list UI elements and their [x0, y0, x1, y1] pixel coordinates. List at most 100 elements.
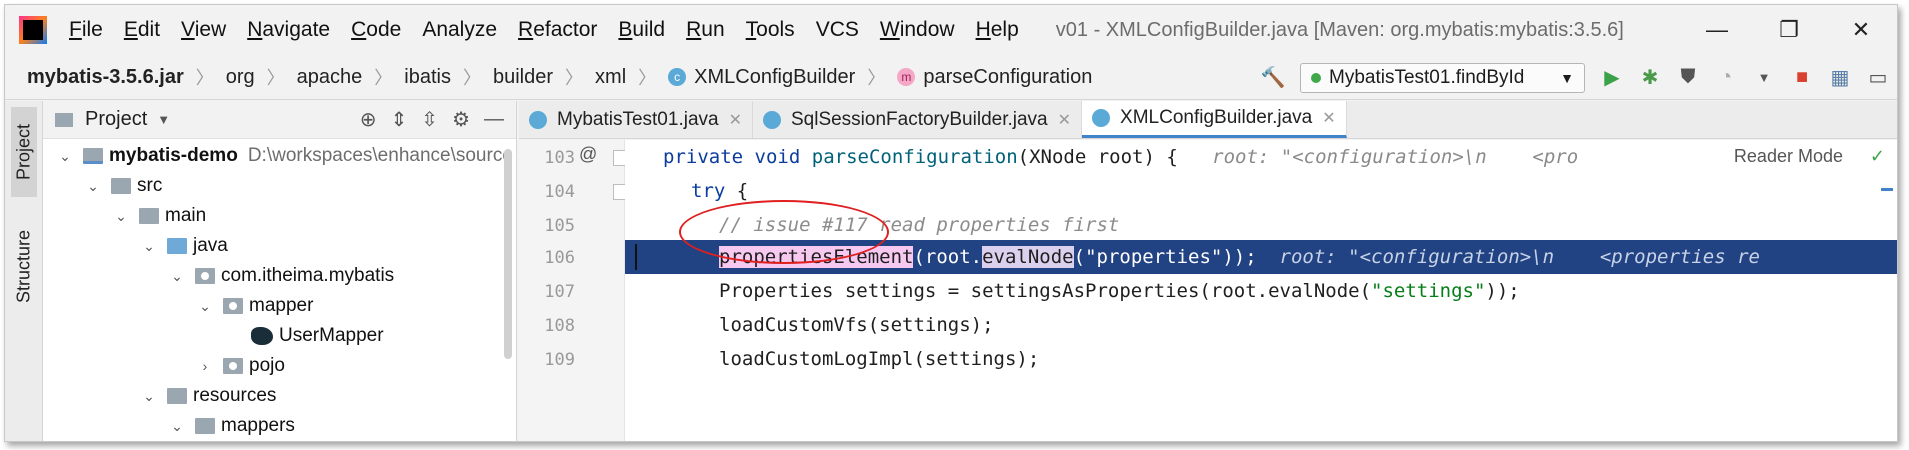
breadcrumb-method[interactable]: m parseConfiguration: [897, 66, 1092, 89]
close-icon[interactable]: ✕: [1322, 108, 1335, 128]
menu-help[interactable]: Help: [976, 18, 1019, 42]
project-tool-tab[interactable]: Project: [11, 107, 37, 197]
breadcrumb-ibatis[interactable]: ibatis: [404, 66, 451, 89]
menu-edit[interactable]: Edit: [124, 18, 160, 42]
chevron-down-icon: ⌄: [143, 387, 155, 404]
coverage-icon[interactable]: ⛊: [1669, 63, 1707, 93]
close-icon[interactable]: ✕: [1058, 110, 1071, 130]
close-window-button[interactable]: ✕: [1825, 17, 1897, 43]
profile-icon[interactable]: ◔: [1707, 63, 1745, 93]
breadcrumb-method-label: parseConfiguration: [923, 65, 1093, 88]
menu-tools[interactable]: Tools: [746, 18, 795, 42]
run-icon[interactable]: ▶: [1593, 63, 1631, 93]
tree-item-main[interactable]: ⌄ main: [111, 201, 206, 231]
tree-item-package[interactable]: ⌄ com.itheima.mybatis: [167, 261, 394, 291]
chevron-down-icon: ▼: [1560, 69, 1574, 86]
code-line-107: Properties settings = settingsAsProperti…: [625, 274, 1897, 308]
inline-debug-hint: root: "<configuration>\n <pro: [1212, 146, 1579, 168]
breadcrumb-class-label: XMLConfigBuilder: [694, 65, 856, 88]
code-keyword: private: [663, 146, 744, 168]
breadcrumb-jar[interactable]: mybatis-3.5.6.jar: [27, 66, 184, 89]
breadcrumb-apache[interactable]: apache: [297, 66, 363, 89]
source-folder-icon: [167, 238, 187, 254]
code-text: (XNode root) {: [1017, 146, 1178, 168]
tab-sqlsessionfactorybuilder[interactable]: SqlSessionFactoryBuilder.java ✕: [753, 101, 1083, 138]
hide-panel-icon[interactable]: —: [484, 108, 504, 131]
project-structure-icon[interactable]: ▦: [1821, 63, 1859, 93]
close-icon[interactable]: ✕: [729, 110, 742, 130]
inspection-ok-icon[interactable]: ✓: [1870, 146, 1885, 167]
locate-file-icon[interactable]: ⊕: [360, 107, 377, 132]
stop-icon[interactable]: ■: [1783, 63, 1821, 93]
tree-item-pojo[interactable]: › pojo: [195, 351, 285, 381]
code-text: loadCustomLogImpl(settings);: [719, 348, 1040, 370]
project-panel: Project ▼ ⊕ ⇕ ⇳ ⚙ — ⌄ mybatis-demo D:\wo…: [43, 101, 517, 441]
menu-view[interactable]: View: [181, 18, 226, 42]
inline-debug-hint: root: "<configuration>\n <properties re: [1279, 246, 1760, 268]
tab-mybatistest01[interactable]: MybatisTest01.java ✕: [519, 101, 753, 138]
debug-icon[interactable]: ✱: [1631, 63, 1669, 93]
project-panel-header: Project ▼ ⊕ ⇕ ⇳ ⚙ —: [43, 101, 516, 139]
expand-all-icon[interactable]: ⇕: [391, 107, 408, 132]
menu-window[interactable]: Window: [880, 18, 955, 42]
maximize-button[interactable]: ❐: [1753, 17, 1825, 43]
menu-bar: File Edit View Navigate Code Analyze Ref…: [5, 5, 1897, 55]
tree-item-usermapper[interactable]: UserMapper: [243, 321, 384, 351]
line-number: 106: [544, 248, 575, 268]
menu-navigate[interactable]: Navigate: [247, 18, 330, 42]
tree-item-module[interactable]: ⌄ mybatis-demo D:\workspaces\enhance\sou…: [55, 141, 513, 171]
presentation-icon[interactable]: ▭: [1859, 63, 1897, 93]
collapse-all-icon[interactable]: ⇳: [421, 107, 438, 132]
chevron-right-icon: ›: [202, 358, 208, 374]
code-editor[interactable]: private void parseConfiguration (XNode ro…: [625, 140, 1897, 441]
menu-vcs[interactable]: VCS: [816, 18, 859, 42]
window-title: v01 - XMLConfigBuilder.java [Maven: org.…: [1055, 18, 1624, 41]
breadcrumb-builder[interactable]: builder: [493, 66, 553, 89]
chevron-down-icon: ⌄: [87, 177, 99, 194]
menu-refactor[interactable]: Refactor: [518, 18, 597, 42]
menu-code[interactable]: Code: [351, 18, 401, 42]
breadcrumb-xml[interactable]: xml: [595, 66, 626, 89]
breadcrumb-separator-icon: 〉: [462, 68, 481, 88]
menu-file[interactable]: File: [69, 18, 103, 42]
tree-item-src[interactable]: ⌄ src: [83, 171, 162, 201]
more-run-chevron-icon[interactable]: ▼: [1745, 63, 1783, 93]
gear-icon[interactable]: ⚙: [452, 107, 470, 132]
folder-icon: [195, 418, 215, 434]
reader-mode-button[interactable]: Reader Mode: [1734, 146, 1843, 167]
resources-folder-icon: [167, 388, 187, 404]
java-class-icon: [1092, 109, 1111, 127]
breadcrumb-org[interactable]: org: [226, 66, 255, 89]
breadcrumb-class[interactable]: c XMLConfigBuilder: [668, 66, 855, 89]
code-string: "settings": [1371, 280, 1486, 302]
project-panel-title[interactable]: Project: [85, 108, 147, 131]
tree-item-mapper[interactable]: ⌄ mapper: [195, 291, 313, 321]
run-configuration-select[interactable]: MybatisTest01.findById ▼: [1300, 62, 1585, 93]
structure-tool-tab[interactable]: Structure: [11, 211, 37, 321]
minimize-button[interactable]: —: [1681, 17, 1753, 43]
left-tool-stripe: Project Structure: [5, 101, 43, 441]
breadcrumb-separator-icon: 〉: [266, 68, 285, 88]
project-scrollbar[interactable]: [504, 149, 512, 359]
line-number: 105: [544, 216, 575, 236]
menu-build[interactable]: Build: [618, 18, 665, 42]
menu-analyze[interactable]: Analyze: [422, 18, 497, 42]
tab-xmlconfigbuilder[interactable]: XMLConfigBuilder.java ✕: [1082, 101, 1347, 138]
line-number: 108: [544, 316, 575, 336]
chevron-down-icon[interactable]: ▼: [157, 112, 170, 127]
tab-label: SqlSessionFactoryBuilder.java: [790, 108, 1048, 130]
build-hammer-icon[interactable]: 🔨: [1254, 63, 1292, 93]
menu-run[interactable]: Run: [686, 18, 725, 42]
tree-item-label: pojo: [249, 355, 285, 376]
java-class-icon: [529, 110, 547, 129]
code-text: ));: [1485, 280, 1520, 302]
tree-item-java[interactable]: ⌄ java: [139, 231, 228, 261]
tree-item-mappers[interactable]: ⌄ mappers: [167, 411, 295, 441]
tree-item-resources[interactable]: ⌄ resources: [139, 381, 276, 411]
chevron-down-icon: ⌄: [115, 207, 127, 224]
breadcrumb-separator-icon: 〉: [374, 68, 393, 88]
caret-marker: [635, 244, 637, 270]
chevron-down-icon: ⌄: [199, 297, 211, 314]
annotation-marker-icon[interactable]: @: [579, 144, 599, 165]
code-text: loadCustomVfs(settings);: [719, 314, 994, 336]
